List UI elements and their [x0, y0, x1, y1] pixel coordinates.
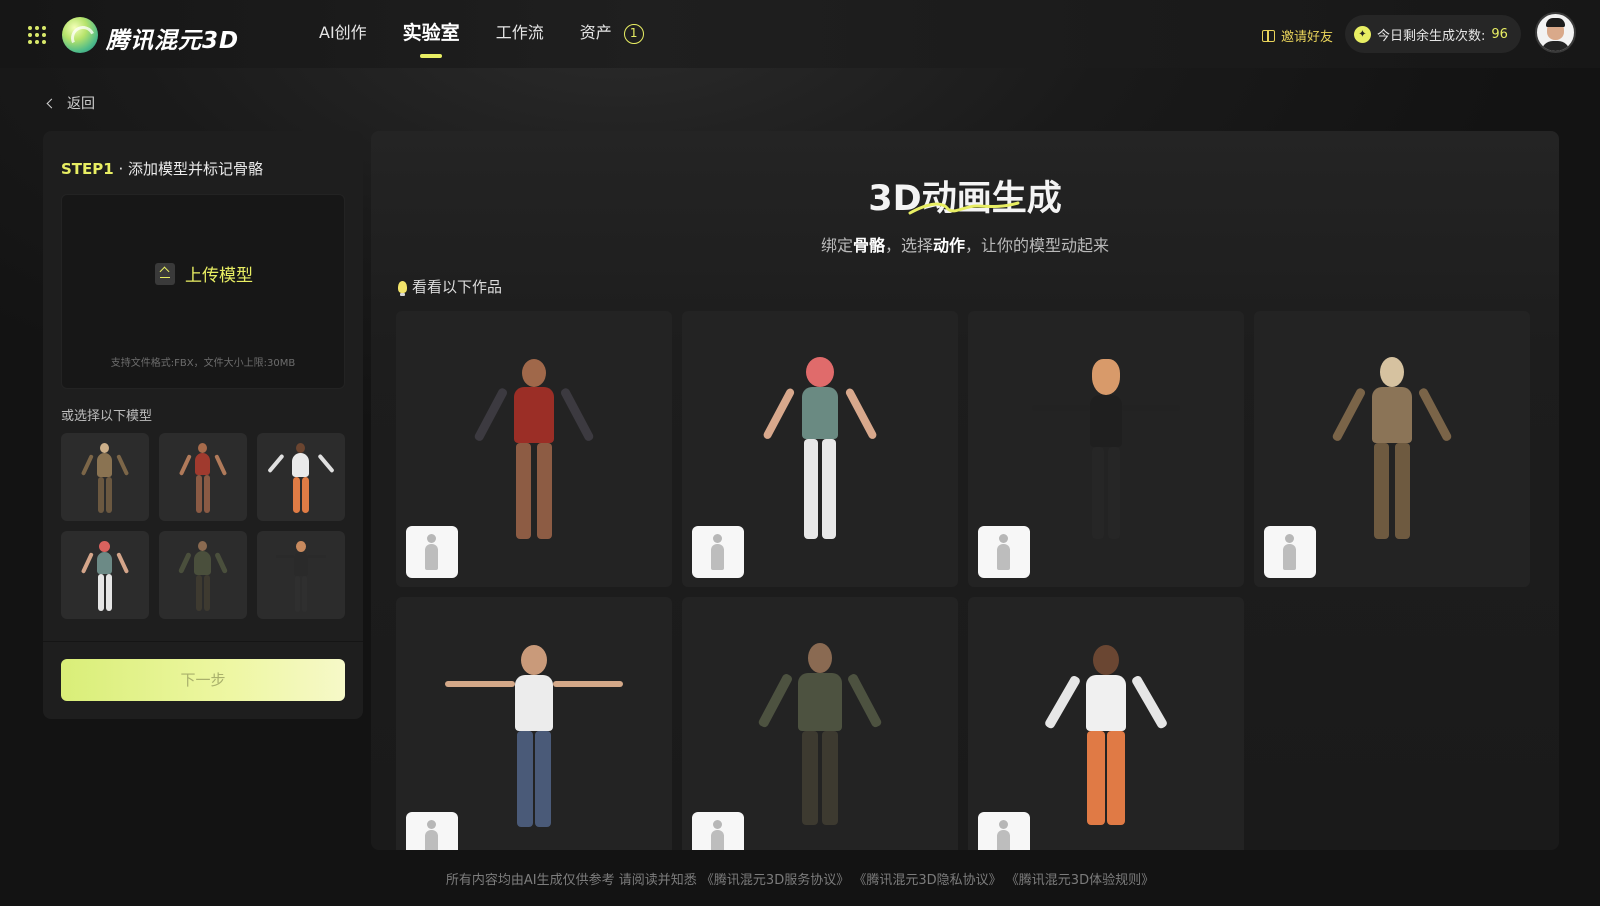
preset-model-thumb[interactable]: [159, 531, 247, 619]
nav-label: 工作流: [495, 23, 544, 42]
nav-label: 资产: [579, 23, 612, 42]
preset-model-thumb[interactable]: [159, 433, 247, 521]
showcase-card[interactable]: [682, 311, 958, 587]
page-subtitle: 绑定骨骼，选择动作，让你的模型动起来: [820, 236, 1110, 255]
step-label: STEP1: [61, 160, 114, 178]
upload-model-dropzone[interactable]: 上传模型 支持文件格式:FBX，文件大小上限:30MB: [61, 194, 345, 389]
gallery-label: 看看以下作品: [398, 276, 502, 297]
showcase-card[interactable]: [682, 597, 958, 850]
footer-notice: 所有内容均由AI生成仅供参考 请阅读并知悉: [445, 873, 697, 888]
logo-icon[interactable]: [62, 17, 98, 53]
showcase-card[interactable]: [1254, 311, 1530, 587]
preset-model-grid: [61, 433, 345, 619]
nav-item-ai-create[interactable]: AI创作: [319, 22, 367, 44]
sparkle-coin-icon: ✦: [1354, 25, 1371, 43]
model-setup-panel: STEP1 · 添加模型并标记骨骼 上传模型 支持文件格式:FBX，文件大小上限…: [43, 131, 363, 719]
lightbulb-icon: [398, 280, 407, 296]
footer-legal: 所有内容均由AI生成仅供参考 请阅读并知悉 《腾讯混元3D服务协议》 《腾讯混元…: [0, 869, 1600, 888]
invite-label: 邀请好友: [1281, 30, 1334, 45]
upload-label: 上传模型: [185, 266, 253, 286]
panel-divider: [43, 641, 363, 642]
nav-item-assets[interactable]: 资产 1: [580, 22, 644, 44]
chevron-left-icon: [46, 98, 57, 108]
service-agreement-link[interactable]: 《腾讯混元3D服务协议》: [701, 873, 849, 888]
upload-icon: [155, 262, 175, 285]
nav-label: AI创作: [319, 23, 367, 42]
motion-preview-thumb[interactable]: [692, 812, 744, 850]
apps-grid-icon[interactable]: [28, 26, 46, 44]
main-nav: AI创作 实验室 工作流 资产 1: [319, 22, 680, 62]
nav-item-lab[interactable]: 实验室: [402, 22, 460, 58]
preset-model-thumb[interactable]: [257, 531, 345, 619]
logo-text[interactable]: 腾讯混元3D: [106, 21, 239, 55]
invite-friends-button[interactable]: 邀请好友: [1262, 26, 1333, 45]
next-step-button[interactable]: 下一步: [61, 659, 345, 701]
motion-preview-thumb[interactable]: [1264, 526, 1316, 578]
generation-quota[interactable]: ✦ 今日剩余生成次数: 96: [1345, 15, 1521, 53]
showcase-card[interactable]: [396, 311, 672, 587]
motion-preview-thumb[interactable]: [692, 526, 744, 578]
motion-preview-thumb[interactable]: [406, 526, 458, 578]
top-navbar: 腾讯混元3D AI创作 实验室 工作流 资产 1 邀请好友 ✦ 今日剩余生成次数:…: [0, 0, 1600, 68]
step-title: STEP1 · 添加模型并标记骨骼: [61, 158, 263, 179]
upload-model-button[interactable]: 上传模型: [155, 261, 253, 286]
showcase-card[interactable]: [968, 597, 1244, 850]
experience-rules-link[interactable]: 《腾讯混元3D体验规则》: [1006, 873, 1154, 888]
upload-hint: 支持文件格式:FBX，文件大小上限:30MB: [110, 358, 296, 369]
privacy-agreement-link[interactable]: 《腾讯混元3D隐私协议》: [853, 873, 1001, 888]
nav-item-workflow[interactable]: 工作流: [496, 22, 544, 44]
motion-preview-thumb[interactable]: [978, 812, 1030, 850]
quota-value: 96: [1491, 26, 1508, 42]
showcase-card[interactable]: [968, 311, 1244, 587]
motion-preview-thumb[interactable]: [978, 526, 1030, 578]
preset-model-thumb[interactable]: [257, 433, 345, 521]
motion-preview-thumb[interactable]: [406, 812, 458, 850]
assets-count-badge: 1: [623, 24, 644, 44]
choose-model-label: 或选择以下模型: [61, 409, 153, 424]
step-text: · 添加模型并标记骨骼: [118, 160, 264, 178]
showcase-panel: 3D动画生成 绑定骨骼，选择动作，让你的模型动起来 看看以下作品: [371, 131, 1559, 850]
back-button[interactable]: 返回: [46, 93, 95, 113]
preset-model-thumb[interactable]: [61, 531, 149, 619]
user-avatar[interactable]: [1535, 12, 1576, 53]
nav-label: 实验室: [402, 22, 460, 44]
showcase-card[interactable]: [396, 597, 672, 850]
title-underline-swoosh: [908, 201, 1020, 215]
preset-model-thumb[interactable]: [61, 433, 149, 521]
showcase-gallery: [396, 311, 1530, 850]
gift-icon: [1262, 29, 1275, 42]
back-label: 返回: [67, 96, 95, 112]
quota-label: 今日剩余生成次数:: [1377, 28, 1486, 44]
